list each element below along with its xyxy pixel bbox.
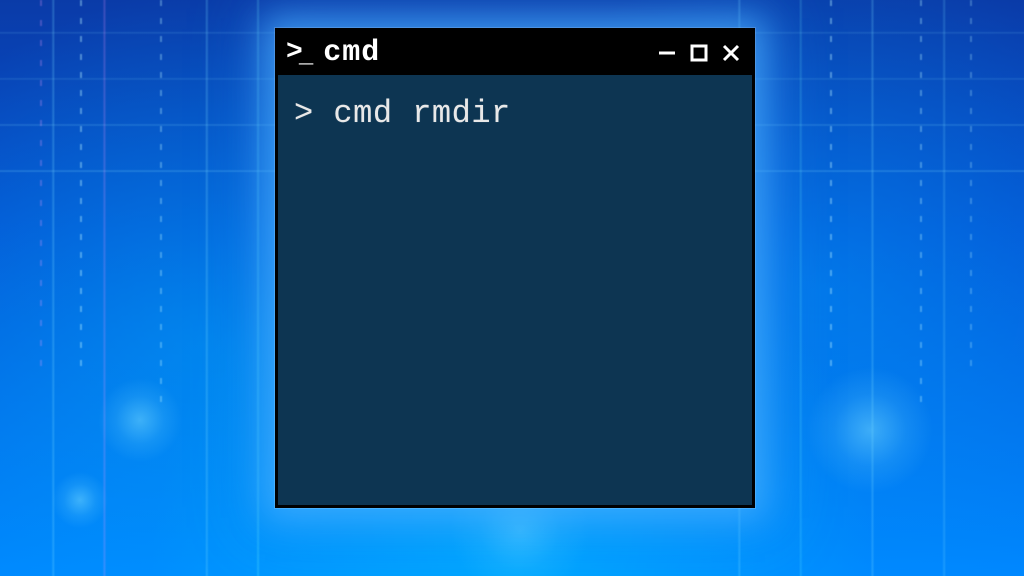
- command-line: > cmd rmdir: [294, 93, 736, 135]
- decorative-streak: [160, 0, 162, 403]
- decorative-streak: [40, 0, 42, 374]
- command-line-text: > cmd rmdir: [294, 93, 511, 135]
- decorative-streak: [970, 0, 972, 374]
- decorative-streak: [920, 0, 922, 403]
- window-title: cmd: [321, 36, 648, 70]
- terminal-body[interactable]: > cmd rmdir: [278, 75, 752, 505]
- maximize-button[interactable]: [688, 42, 710, 64]
- decorative-streak: [80, 0, 82, 374]
- window-controls: [656, 42, 742, 64]
- terminal-window: >_ cmd > cmd rmdir: [275, 28, 755, 508]
- close-button[interactable]: [720, 42, 742, 64]
- minimize-button[interactable]: [656, 42, 678, 64]
- titlebar[interactable]: >_ cmd: [278, 31, 752, 75]
- decorative-streak: [830, 0, 832, 374]
- terminal-prompt-icon: >_: [286, 39, 313, 67]
